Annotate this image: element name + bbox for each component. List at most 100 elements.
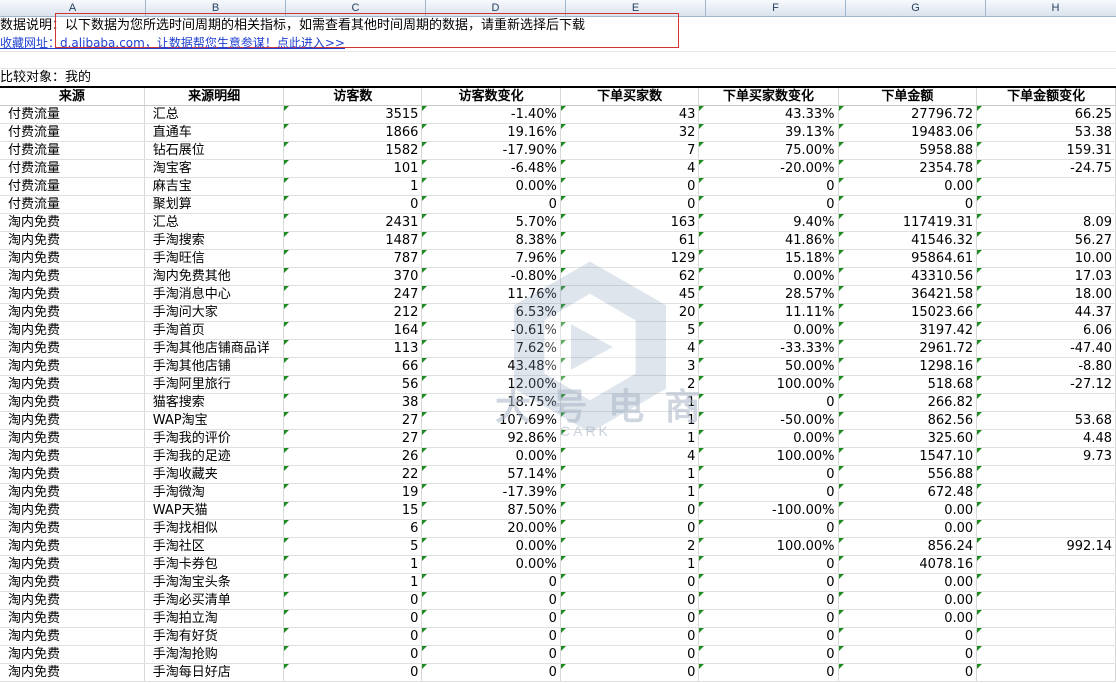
cell[interactable]: 1 [283,177,423,196]
cell[interactable]: 手淘拍立淘 [144,609,285,628]
cell[interactable] [976,393,1116,412]
cell[interactable]: 付费流量 [0,159,145,178]
cell[interactable]: 9.40% [698,213,839,232]
column-header-h[interactable]: H [986,0,1116,16]
cell[interactable] [976,663,1116,682]
cell[interactable]: 0 [698,177,839,196]
cell[interactable]: 付费流量 [0,123,145,142]
cell[interactable]: 0 [698,573,839,592]
cell[interactable]: 672.48 [838,483,978,502]
cell[interactable]: 汇总 [144,105,285,124]
cell[interactable]: 11.11% [698,303,839,322]
cell[interactable]: 39.13% [698,123,839,142]
cell[interactable]: -0.80% [421,267,561,286]
cell[interactable]: 95864.61 [838,249,978,268]
cell[interactable]: 100.00% [698,447,839,466]
bookmark-link[interactable]: 收藏网址：d.alibaba.com，让数据帮您生意参谋！点此进入>> [0,35,345,51]
cell[interactable]: 手淘找相似 [144,519,285,538]
cell[interactable]: 钻石展位 [144,141,285,160]
cell[interactable]: 淘内免费 [0,285,145,304]
cell[interactable]: 0.00% [698,267,839,286]
cell[interactable]: 27 [283,411,423,430]
cell[interactable]: 43310.56 [838,267,978,286]
header-cell[interactable]: 来源明细 [144,87,285,106]
cell[interactable]: 0 [421,645,561,664]
cell[interactable]: 手淘首页 [144,321,285,340]
cell[interactable]: 43 [560,105,700,124]
cell[interactable]: 手淘每日好店 [144,663,285,682]
header-cell[interactable]: 下单金额 [838,87,978,106]
cell[interactable]: 0 [698,555,839,574]
cell[interactable]: 0 [560,501,700,520]
cell[interactable]: 淘内免费 [0,231,145,250]
cell[interactable]: 1 [283,573,423,592]
cell[interactable]: 19 [283,483,423,502]
cell[interactable]: 163 [560,213,700,232]
cell[interactable]: 26 [283,447,423,466]
cell[interactable]: 8.09 [976,213,1116,232]
cell[interactable]: 5.70% [421,213,561,232]
cell[interactable]: 3 [560,357,700,376]
cell[interactable]: 0 [421,627,561,646]
cell[interactable]: -24.75 [976,159,1116,178]
cell[interactable]: 淘内免费 [0,537,145,556]
cell[interactable]: 100.00% [698,375,839,394]
cell[interactable]: 1 [560,555,700,574]
cell[interactable]: 2431 [283,213,423,232]
cell[interactable]: 0.00% [421,555,561,574]
cell[interactable]: 41546.32 [838,231,978,250]
cell[interactable] [976,483,1116,502]
cell[interactable]: 66 [283,357,423,376]
cell[interactable]: 0 [421,663,561,682]
cell[interactable]: 0 [698,591,839,610]
cell[interactable]: 862.56 [838,411,978,430]
cell[interactable]: 手淘微淘 [144,483,285,502]
cell[interactable]: 56.27 [976,231,1116,250]
cell[interactable]: 0 [698,393,839,412]
cell[interactable]: 0.00 [838,177,978,196]
cell[interactable]: 164 [283,321,423,340]
cell[interactable]: 2961.72 [838,339,978,358]
cell[interactable]: 0 [698,519,839,538]
cell[interactable]: 付费流量 [0,105,145,124]
cell[interactable]: 92.86% [421,429,561,448]
header-cell[interactable]: 访客数变化 [421,87,561,106]
cell[interactable]: 5958.88 [838,141,978,160]
cell[interactable]: 淘内免费 [0,555,145,574]
cell[interactable]: -0.61% [421,321,561,340]
cell[interactable]: 0 [560,519,700,538]
cell[interactable]: -17.39% [421,483,561,502]
header-cell[interactable]: 访客数 [283,87,423,106]
cell[interactable]: 0 [560,627,700,646]
cell[interactable]: WAP天猫 [144,501,285,520]
cell[interactable]: 117419.31 [838,213,978,232]
cell[interactable]: 992.14 [976,537,1116,556]
cell[interactable]: 61 [560,231,700,250]
cell[interactable]: 113 [283,339,423,358]
cell[interactable]: 8.38% [421,231,561,250]
cell[interactable]: 淘内免费 [0,375,145,394]
cell[interactable]: 53.38 [976,123,1116,142]
cell[interactable]: 0 [560,645,700,664]
cell[interactable]: 手淘淘宝头条 [144,573,285,592]
cell[interactable]: 50.00% [698,357,839,376]
cell[interactable]: 淘内免费其他 [144,267,285,286]
cell[interactable]: 43.48% [421,357,561,376]
column-header-g[interactable]: G [846,0,986,16]
cell[interactable] [976,591,1116,610]
cell[interactable]: 手淘消息中心 [144,285,285,304]
cell[interactable]: 0 [560,195,700,214]
cell[interactable]: 100.00% [698,537,839,556]
cell[interactable]: -6.48% [421,159,561,178]
cell[interactable]: 0 [421,195,561,214]
cell[interactable]: 淘内免费 [0,321,145,340]
cell[interactable]: 1 [560,483,700,502]
cell[interactable]: 手淘有好货 [144,627,285,646]
cell[interactable] [976,645,1116,664]
cell[interactable] [976,501,1116,520]
cell[interactable]: 0 [838,195,978,214]
cell[interactable]: 0.00% [421,447,561,466]
cell[interactable]: 53.68 [976,411,1116,430]
cell[interactable]: 0 [698,609,839,628]
cell[interactable]: 淘内免费 [0,483,145,502]
